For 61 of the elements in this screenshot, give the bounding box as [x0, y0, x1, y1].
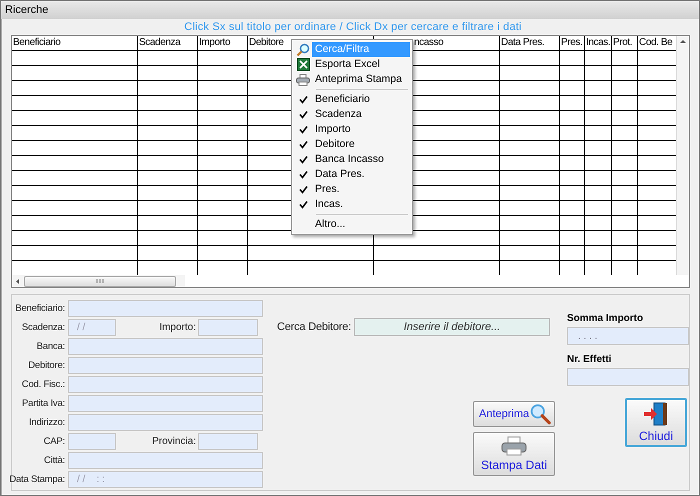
exit-door-icon: [643, 402, 669, 426]
column-header[interactable]: Importo: [198, 36, 248, 50]
total-label: Somma Importo: [567, 313, 644, 324]
field-label: Beneficiario:: [14, 303, 65, 314]
menu-item[interactable]: Debitore: [294, 137, 410, 152]
input-field[interactable]: [198, 319, 258, 336]
menu-item[interactable]: Pres.: [294, 182, 410, 197]
field-label: Città:: [43, 455, 65, 466]
input-field[interactable]: [198, 433, 258, 450]
menu-item[interactable]: Importo: [294, 122, 410, 137]
total-field[interactable]: . . . .: [567, 327, 689, 345]
printer-icon: [500, 436, 528, 456]
column-header[interactable]: Data Pres.: [500, 36, 560, 50]
print-button[interactable]: Stampa Dati: [473, 432, 555, 476]
menu-item[interactable]: Altro...: [294, 217, 410, 232]
input-field[interactable]: [68, 433, 116, 450]
input-field[interactable]: [68, 357, 263, 374]
menu-item[interactable]: Banca Incasso: [294, 152, 410, 167]
field-label: Banca:: [36, 341, 65, 352]
total-label: Nr. Effetti: [567, 354, 612, 365]
search-field[interactable]: Inserire il debitore...: [354, 318, 550, 336]
window-title: Ricerche: [5, 4, 48, 16]
input-field[interactable]: [68, 395, 263, 412]
grip-icon: [96, 278, 104, 284]
input-field[interactable]: [68, 338, 263, 355]
column-header[interactable]: Scadenza: [138, 36, 198, 50]
column-header[interactable]: Prot.: [612, 36, 638, 50]
menu-item[interactable]: Anteprima Stampa: [294, 72, 410, 87]
field-label: Cod. Fisc.:: [20, 379, 65, 390]
menu-item[interactable]: Esporta Excel: [294, 57, 410, 72]
menu-item[interactable]: Beneficiario: [294, 92, 410, 107]
printer-icon: [296, 74, 310, 86]
scroll-thumb[interactable]: [24, 276, 176, 286]
input-field[interactable]: [68, 414, 263, 431]
input-field[interactable]: [68, 376, 263, 393]
field-label: Debitore:: [27, 360, 65, 371]
close-button[interactable]: Chiudi: [625, 398, 687, 447]
field-label: Data Stampa:: [8, 474, 65, 485]
magnifier-icon: [529, 402, 552, 426]
field-label: Indirizzo:: [28, 417, 65, 428]
magnifier-icon: [296, 42, 310, 56]
horizontal-scrollbar[interactable]: [12, 275, 185, 287]
field-label: Cerca Debitore:: [277, 321, 352, 333]
menu-item[interactable]: Data Pres.: [294, 167, 410, 182]
preview-button[interactable]: Anteprima: [473, 401, 555, 427]
field-label: CAP:: [42, 436, 65, 447]
input-field[interactable]: [68, 300, 263, 317]
menu-item[interactable]: Incas.: [294, 197, 410, 212]
column-header[interactable]: Incas.: [585, 36, 612, 50]
input-field[interactable]: [68, 452, 263, 469]
field-label: Partita Iva:: [20, 398, 65, 409]
total-field[interactable]: [567, 368, 689, 386]
spreadsheet-icon: [296, 58, 310, 71]
menu-item[interactable]: Scadenza: [294, 107, 410, 122]
hint-text: Click Sx sul titolo per ordinare / Click Dx per cercare e filtrare i dati: [183, 20, 523, 35]
field-label: Importo:: [158, 322, 196, 333]
column-header[interactable]: Pres.: [560, 36, 585, 50]
field-label: Provincia:: [151, 436, 196, 447]
vertical-scrollbar[interactable]: [676, 36, 689, 275]
field-label: Scadenza:: [20, 322, 65, 333]
column-header[interactable]: Beneficiario: [12, 36, 138, 50]
